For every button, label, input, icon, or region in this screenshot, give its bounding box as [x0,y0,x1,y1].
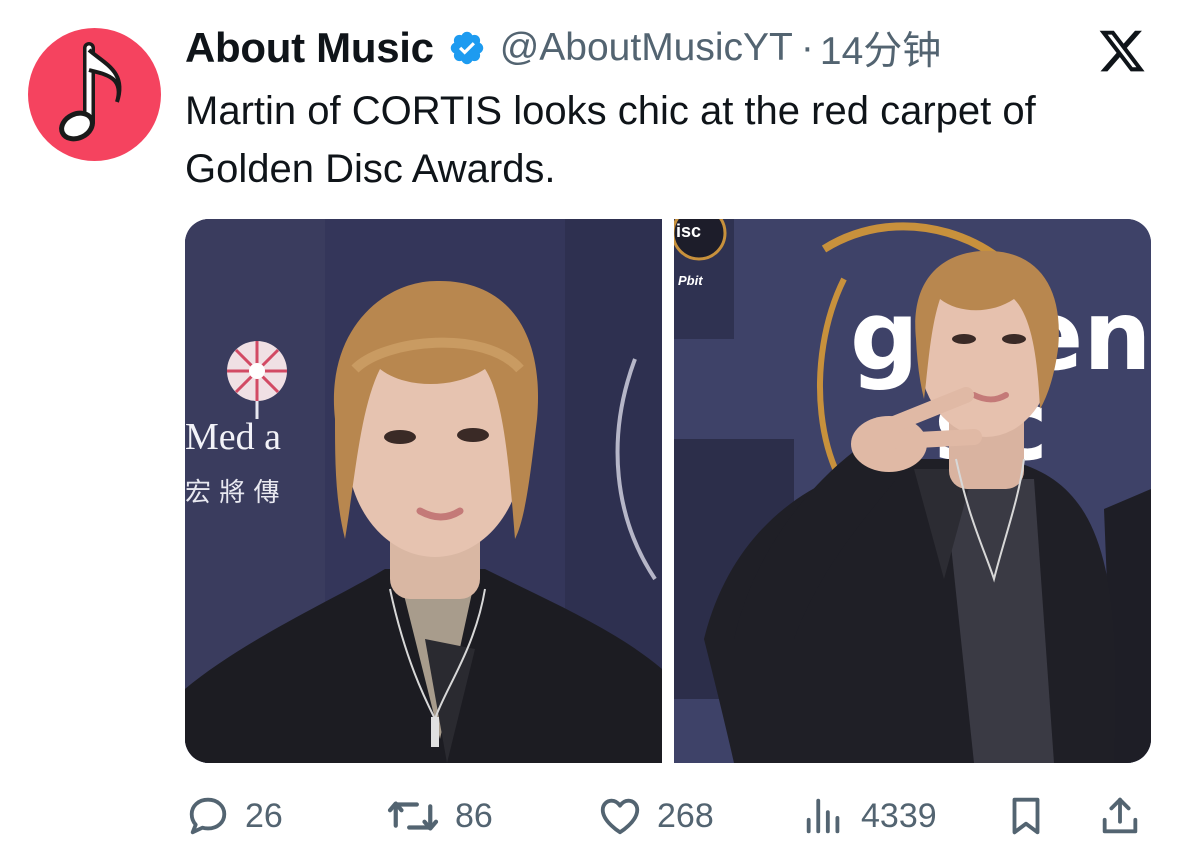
author-handle[interactable]: @AboutMusicYT [500,26,793,70]
views-button[interactable]: 4339 [801,788,937,844]
repost-button[interactable]: 86 [385,788,493,844]
bookmark-icon [1003,793,1049,839]
photo-right-illustration: isc Pbit go en sc [674,219,1151,763]
separator-dot: · [800,26,814,69]
photo-left-illustration: Med a 宏 將 傳 [185,219,662,763]
reply-icon [185,793,231,839]
repost-count: 86 [455,796,493,835]
repost-icon [385,793,441,839]
author-name[interactable]: About Music [185,24,434,72]
x-logo-icon[interactable] [1096,26,1148,76]
timestamp[interactable]: 14分钟 [820,20,941,76]
like-count: 268 [657,796,714,835]
share-icon [1097,793,1143,839]
verified-badge-icon [448,29,486,67]
tweet-header: About Music @AboutMusicYT · 14分钟 [185,22,941,74]
photo-left[interactable]: Med a 宏 將 傳 [185,219,662,763]
like-icon [597,793,643,839]
backdrop-text-1: Med a [185,416,281,458]
tweet-text: Martin of CORTIS looks chic at the red c… [185,89,1036,191]
music-note-icon [58,41,121,141]
views-icon [801,793,847,839]
views-count: 4339 [861,796,937,835]
bookmark-button[interactable] [1003,788,1049,844]
photo-right[interactable]: isc Pbit go en sc [674,219,1151,763]
like-button[interactable]: 268 [597,788,714,844]
backdrop-logo-2: Pbit [678,273,703,288]
backdrop-logo-1: isc [676,221,701,241]
action-bar: 26 86 268 4339 [185,788,1145,844]
backdrop-text-2: 宏 將 傳 [185,478,280,508]
avatar[interactable] [28,28,161,161]
reply-button[interactable]: 26 [185,788,283,844]
share-button[interactable] [1097,788,1143,844]
reply-count: 26 [245,796,283,835]
media-grid: Med a 宏 將 傳 isc Pbit en [185,219,1151,763]
